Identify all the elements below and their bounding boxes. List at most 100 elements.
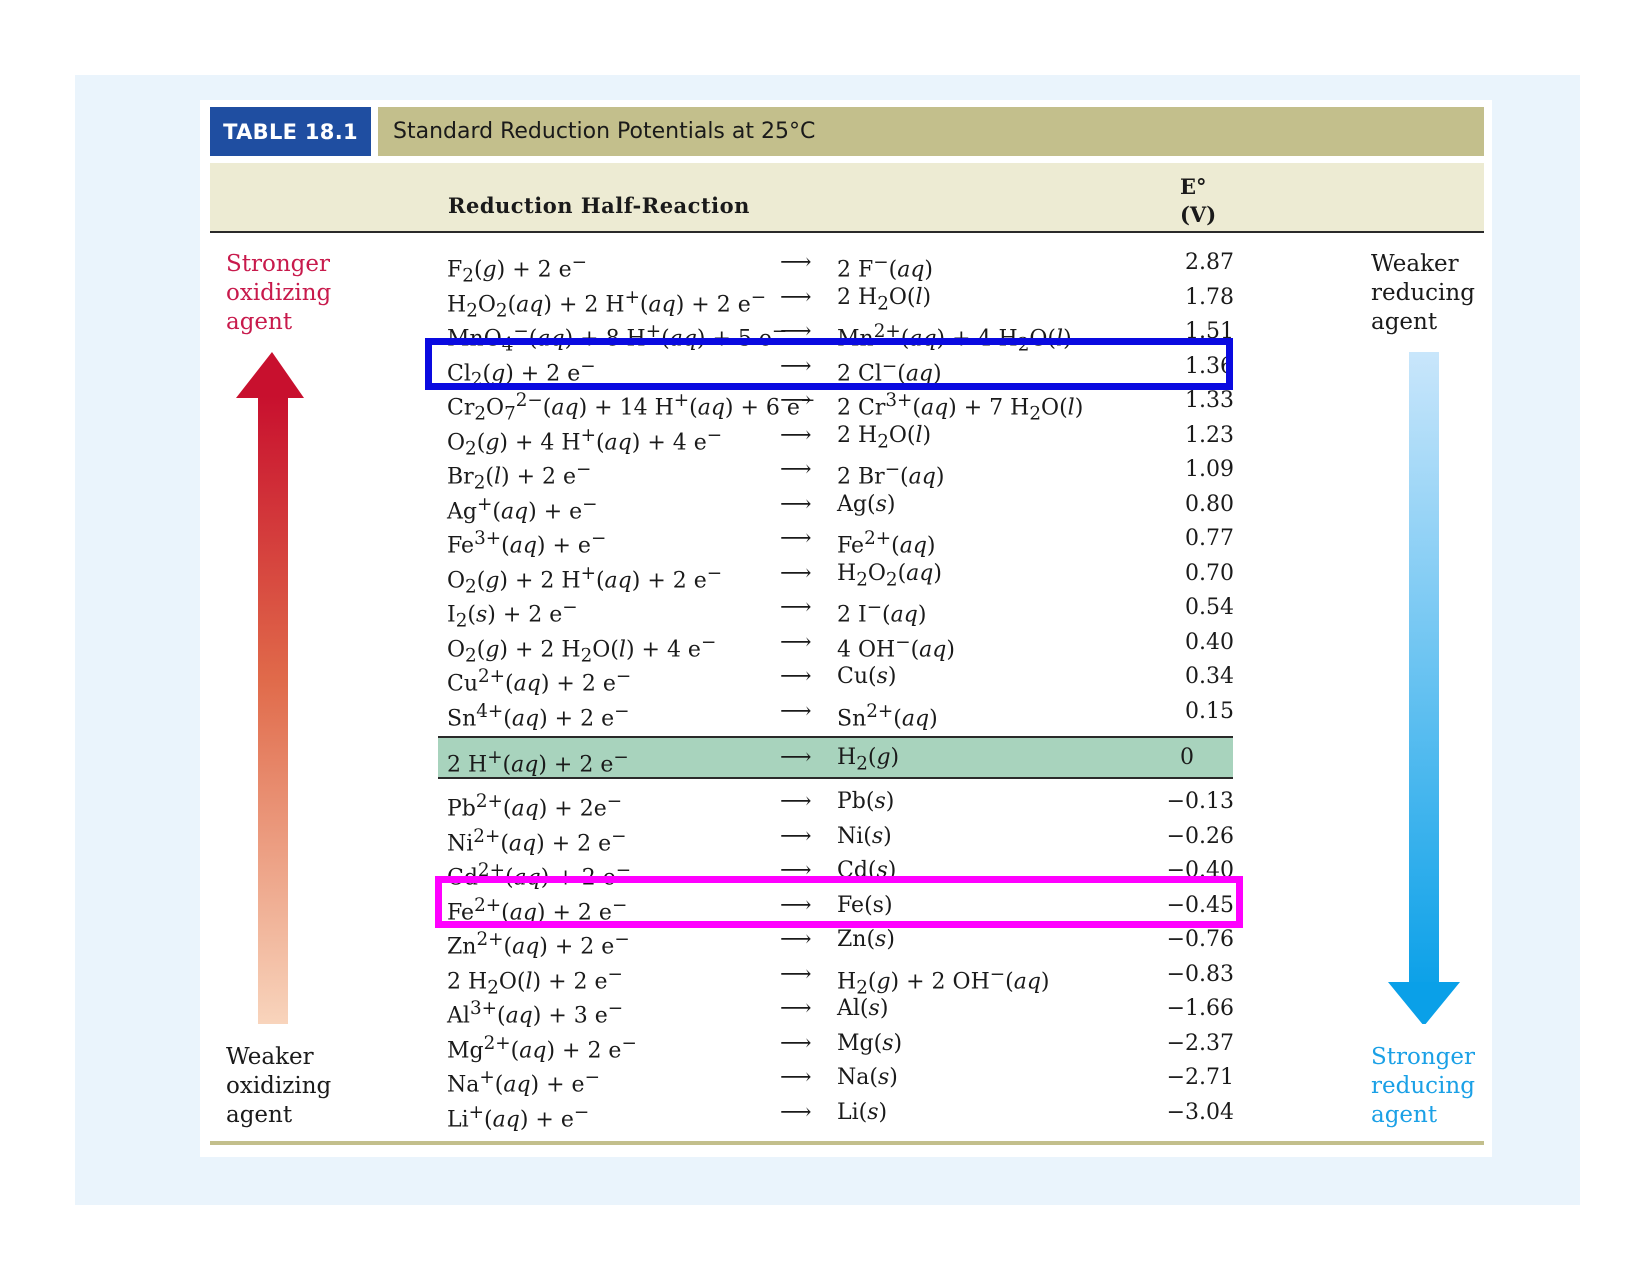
products-cell: Sn2+(aq): [837, 700, 938, 731]
reactants-cell: Li+(aq) + e−: [447, 1101, 590, 1132]
potential-cell: 0.34: [1185, 664, 1234, 689]
table-row: Cu2+(aq) + 2 e− ⟶ Cu(s) 0.34: [440, 660, 1240, 696]
reaction-arrow-icon: ⟶: [780, 789, 812, 814]
column-header-potential: E° (V): [1180, 173, 1216, 229]
products-cell: H2(g): [837, 745, 900, 775]
reaction-arrow-icon: ⟶: [780, 1030, 812, 1056]
label-line: agent: [1371, 1102, 1438, 1128]
label-line: agent: [1371, 309, 1438, 335]
highlight-box-chlorine: [425, 338, 1233, 390]
products-cell: Pb(s): [837, 789, 895, 814]
reaction-arrow-icon: ⟶: [780, 823, 812, 849]
label-line: Weaker: [226, 1044, 314, 1070]
label-line: Stronger: [1371, 1044, 1475, 1070]
potential-cell: 0.54: [1185, 595, 1234, 620]
label-weaker-oxidizing: Weaker oxidizing agent: [226, 1043, 331, 1130]
products-cell: Cu(s): [837, 664, 897, 689]
potential-cell: −3.04: [1166, 1099, 1234, 1125]
reaction-arrow-icon: ⟶: [780, 491, 812, 517]
label-line: reducing: [1371, 1073, 1475, 1099]
column-header: Reduction Half-Reaction E° (V): [210, 163, 1484, 233]
table-row: Al3+(aq) + 3 e− ⟶ Al(s) −1.66: [440, 992, 1240, 1028]
table-row: O2(g) + 4 H+(aq) + 4 e− ⟶ 2 H2O(l) 1.23: [440, 419, 1240, 460]
label-stronger-reducing: Stronger reducing agent: [1371, 1043, 1475, 1130]
reactants-cell: Sn4+(aq) + 2 e−: [447, 700, 630, 731]
reaction-arrow-icon: ⟶: [780, 961, 812, 987]
potential-cell: −0.26: [1166, 823, 1234, 849]
table-title-text: Standard Reduction Potentials at 25°C: [393, 119, 816, 144]
column-header-reaction: Reduction Half-Reaction: [448, 193, 750, 218]
reaction-arrow-icon: ⟶: [780, 250, 812, 275]
reducing-strength-arrow-icon: [1388, 352, 1460, 1024]
reaction-arrow-icon: ⟶: [780, 698, 812, 724]
column-header-potential-unit: (V): [1180, 202, 1217, 227]
products-cell: Zn(s): [837, 927, 895, 952]
table-row: Li+(aq) + e− ⟶ Li(s) −3.04: [440, 1096, 1240, 1132]
table-row: 2 H2O(l) + 2 e− ⟶ H2(g) + 2 OH−(aq) −0.83: [440, 958, 1240, 999]
table-row: O2(g) + 2 H2O(l) + 4 e− ⟶ 4 OH−(aq) 0.40: [440, 626, 1240, 667]
table-row: Sn4+(aq) + 2 e− ⟶ Sn2+(aq) 0.15: [440, 695, 1240, 731]
table-row: Ni2+(aq) + 2 e− ⟶ Ni(s) −0.26: [440, 820, 1240, 856]
table-row: Pb2+(aq) + 2e− ⟶ Pb(s) −0.13: [440, 785, 1240, 821]
table-row: Mg2+(aq) + 2 e− ⟶ Mg(s) −2.37: [440, 1027, 1240, 1063]
potential-cell: 0.70: [1185, 560, 1234, 586]
products-cell: Li(s): [837, 1099, 888, 1125]
potential-cell: −0.76: [1166, 927, 1234, 952]
reaction-arrow-icon: ⟶: [780, 560, 812, 586]
label-stronger-oxidizing: Stronger oxidizing agent: [226, 250, 331, 337]
potential-cell: 0: [1180, 745, 1194, 770]
potential-cell: 0.40: [1185, 629, 1234, 655]
label-line: oxidizing: [226, 280, 332, 306]
table-row: I2(s) + 2 e− ⟶ 2 I−(aq) 0.54: [440, 591, 1240, 632]
products-cell: Ag(s): [837, 491, 896, 517]
table-number-tag: TABLE 18.1: [210, 107, 371, 156]
table-row: F2(g) + 2 e− ⟶ 2 F−(aq) 2.87: [440, 246, 1240, 287]
reaction-arrow-icon: ⟶: [780, 664, 812, 689]
products-cell: Na(s): [837, 1065, 898, 1090]
reaction-arrow-icon: ⟶: [780, 745, 812, 770]
potential-cell: −0.83: [1166, 961, 1234, 987]
potential-cell: −1.66: [1166, 996, 1234, 1021]
potential-cell: −2.71: [1166, 1065, 1234, 1090]
reaction-arrow-icon: ⟶: [780, 457, 812, 482]
products-cell: Al(s): [837, 996, 889, 1021]
label-line: reducing: [1371, 280, 1475, 306]
potential-cell: 1.23: [1185, 422, 1234, 448]
table-row: Fe3+(aq) + e− ⟶ Fe2+(aq) 0.77: [440, 522, 1240, 558]
label-weaker-reducing: Weaker reducing agent: [1371, 250, 1475, 337]
reaction-arrow-icon: ⟶: [780, 595, 812, 620]
table-row: Na+(aq) + e− ⟶ Na(s) −2.71: [440, 1061, 1240, 1097]
table-row: O2(g) + 2 H+(aq) + 2 e− ⟶ H2O2(aq) 0.70: [440, 557, 1240, 598]
column-header-potential-symbol: E°: [1180, 174, 1207, 199]
reactants-cell: 2 H+(aq) + 2 e−: [447, 747, 629, 778]
products-cell: Mg(s): [837, 1030, 903, 1056]
potential-cell: −2.37: [1166, 1030, 1234, 1056]
reaction-arrow-icon: ⟶: [780, 284, 812, 310]
reaction-arrow-icon: ⟶: [780, 996, 812, 1021]
potential-cell: −0.13: [1166, 789, 1234, 814]
potential-cell: 0.15: [1185, 698, 1234, 724]
potential-cell: 1.09: [1185, 457, 1234, 482]
table-title: Standard Reduction Potentials at 25°C: [378, 107, 1484, 156]
table-row: Br2(l) + 2 e− ⟶ 2 Br−(aq) 1.09: [440, 453, 1240, 494]
oxidizing-strength-arrow-icon: [236, 352, 304, 1024]
table-row: 2 H+(aq) + 2 e− ⟶ H2(g) 0: [440, 741, 1240, 777]
label-line: Weaker: [1371, 251, 1459, 277]
reaction-arrow-icon: ⟶: [780, 927, 812, 952]
label-line: agent: [226, 309, 293, 335]
label-line: agent: [226, 1102, 293, 1128]
potential-cell: 0.80: [1185, 491, 1234, 517]
reaction-arrow-icon: ⟶: [780, 1099, 812, 1125]
reaction-arrow-icon: ⟶: [780, 422, 812, 448]
table-row: H2O2(aq) + 2 H+(aq) + 2 e− ⟶ 2 H2O(l) 1.78: [440, 281, 1240, 322]
potential-cell: 0.77: [1185, 526, 1234, 551]
table-row: Zn2+(aq) + 2 e− ⟶ Zn(s) −0.76: [440, 923, 1240, 959]
reaction-arrow-icon: ⟶: [780, 1065, 812, 1090]
reaction-arrow-icon: ⟶: [780, 526, 812, 551]
label-line: Stronger: [226, 251, 330, 277]
products-cell: Ni(s): [837, 823, 892, 849]
table-bottom-rule: [210, 1141, 1484, 1145]
label-line: oxidizing: [226, 1073, 332, 1099]
potential-cell: 2.87: [1185, 250, 1234, 275]
reaction-arrow-icon: ⟶: [780, 629, 812, 655]
